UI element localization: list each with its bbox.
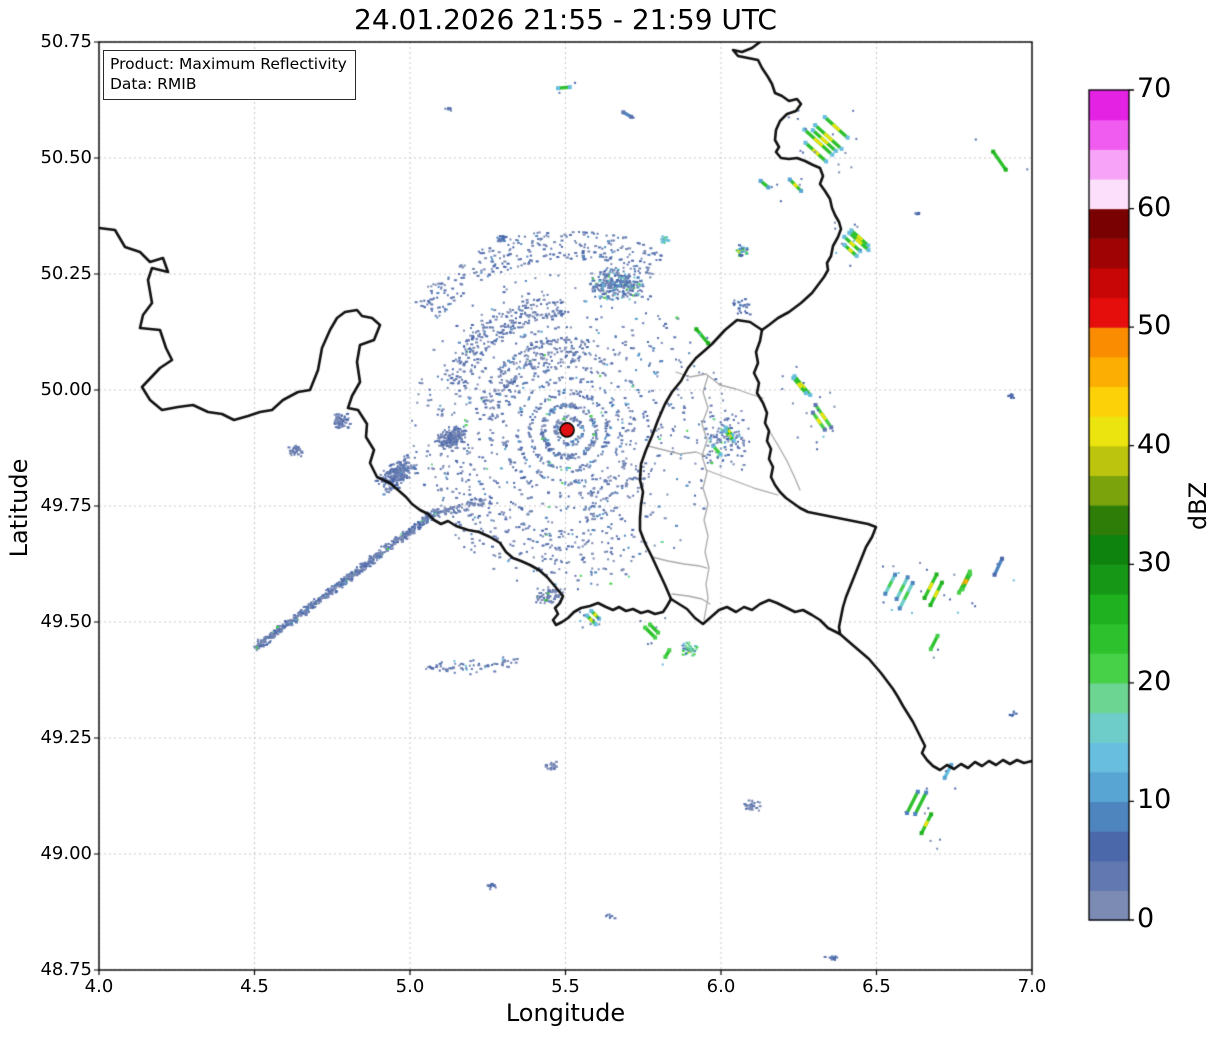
y-tick-label: 50.75 <box>40 31 92 52</box>
colorbar-tick-label: 30 <box>1137 547 1172 579</box>
product-info-line: Product: Maximum Reflectivity <box>110 55 347 73</box>
radar-figure: 24.01.2026 21:55 - 21:59 UTC Product: Ma… <box>0 0 1219 1040</box>
x-tick-label: 6.0 <box>706 976 736 997</box>
colorbar-tick-label: 0 <box>1137 903 1155 934</box>
y-tick-label: 49.50 <box>40 611 92 632</box>
x-tick-label: 5.5 <box>551 976 580 997</box>
colorbar-tick-label: 20 <box>1137 665 1172 697</box>
colorbar-tick-label: 50 <box>1137 310 1172 342</box>
x-tick-label: 6.5 <box>862 976 891 997</box>
plot-title: 24.01.2026 21:55 - 21:59 UTC <box>354 3 777 36</box>
y-tick-label: 48.75 <box>40 959 92 980</box>
y-tick-label: 49.00 <box>40 843 92 864</box>
colorbar-tick-label: 10 <box>1137 784 1172 816</box>
x-axis-label: Longitude <box>505 999 626 1027</box>
x-tick-label: 4.5 <box>240 976 269 997</box>
y-tick-label: 50.00 <box>40 379 92 400</box>
colorbar-tick-label: 40 <box>1137 428 1172 460</box>
colorbar-tick-label: 60 <box>1137 191 1172 223</box>
y-tick-label: 49.25 <box>40 727 92 748</box>
product-info-box: Product: Maximum Reflectivity Data: RMIB <box>103 50 356 100</box>
radar-map-canvas <box>0 0 1219 1040</box>
y-tick-label: 50.50 <box>40 147 92 168</box>
y-tick-label: 49.75 <box>40 495 92 516</box>
colorbar-label: dBZ <box>1184 481 1212 531</box>
colorbar-tick-label: 70 <box>1137 73 1172 104</box>
x-tick-label: 5.0 <box>395 976 425 997</box>
x-tick-label: 7.0 <box>1017 976 1047 997</box>
data-source-line: Data: RMIB <box>110 75 197 94</box>
y-tick-label: 50.25 <box>40 263 92 284</box>
